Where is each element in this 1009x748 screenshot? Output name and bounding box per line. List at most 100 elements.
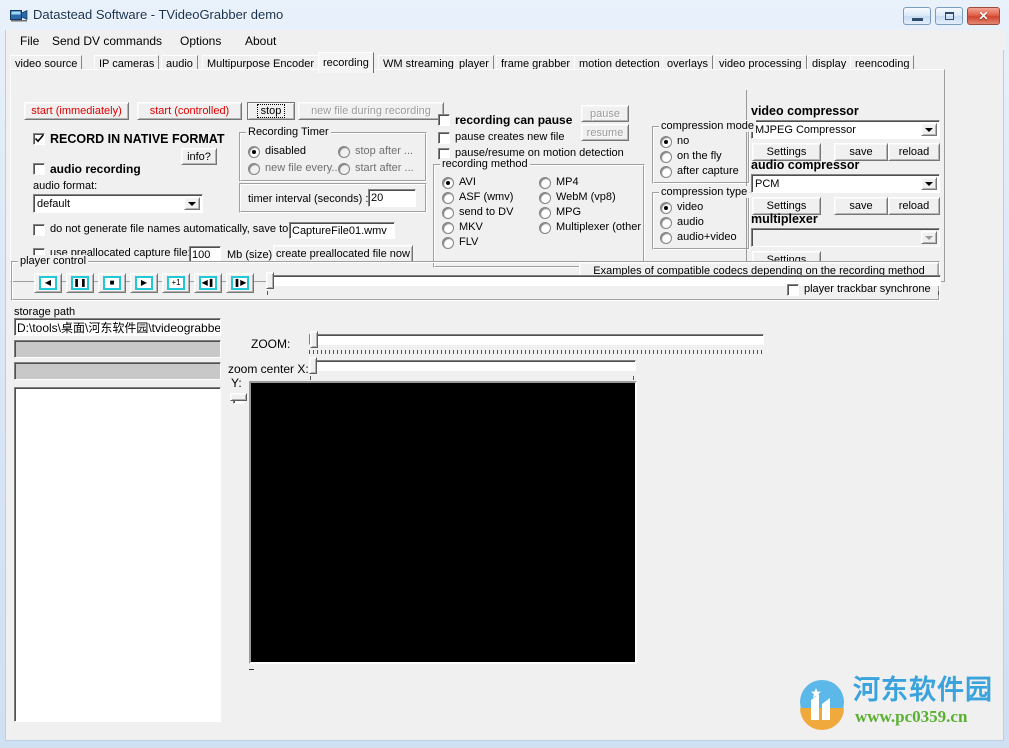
start-immediately-button[interactable]: start (immediately): [24, 102, 129, 120]
stop-icon: ■: [103, 276, 121, 290]
recording-method-title: recording method: [440, 158, 530, 170]
title-bar: Datastead Software - TVideoGrabber demo …: [0, 0, 1009, 30]
step-forward-button[interactable]: +1: [162, 273, 190, 293]
checkbox-box: [438, 114, 450, 126]
audio-compressor-combo[interactable]: PCM: [751, 174, 940, 193]
method-flv-label: FLV: [459, 236, 479, 248]
info-button[interactable]: info?: [181, 148, 217, 165]
radio-dot: [446, 181, 450, 185]
audio-compressor-reload-button[interactable]: reload: [888, 197, 940, 215]
check-icon: [35, 134, 44, 143]
audio-recording-label: audio recording: [50, 162, 141, 176]
player-control-title: player control: [18, 255, 89, 267]
mb-size-label: Mb (size): [227, 249, 273, 261]
stop-button[interactable]: stop: [247, 102, 295, 120]
trackbar-thumb[interactable]: [266, 272, 274, 289]
timer-new-file-every-label: new file every...: [265, 162, 341, 174]
menu-send-dv[interactable]: Send DV commands: [48, 33, 166, 49]
save-to-filename-input[interactable]: CaptureFile01.wmv: [289, 222, 395, 239]
prev-frame-icon: ◀❚: [199, 276, 217, 290]
audio-compressor-title: audio compressor: [751, 158, 860, 172]
trackbar-thumb[interactable]: [310, 331, 318, 348]
zoom-center-y-label: Y:: [231, 376, 242, 390]
radio-circle: [660, 232, 672, 244]
radio-circle: [660, 166, 672, 178]
menu-file[interactable]: File: [16, 33, 43, 49]
menu-about[interactable]: About: [241, 33, 280, 49]
file-list[interactable]: [14, 387, 221, 722]
stop-button[interactable]: ■: [98, 273, 126, 293]
trackbar-groove[interactable]: [309, 334, 764, 345]
video-preview[interactable]: [249, 381, 637, 664]
stop-button-label: stop: [256, 104, 286, 118]
recording-timer-group: Recording Timer disabled stop after ... …: [239, 126, 427, 182]
checkbox-box: [33, 224, 45, 236]
pause-button[interactable]: ❚❚: [66, 273, 94, 293]
compmode-no-label: no: [677, 135, 690, 147]
method-mkv-label: MKV: [459, 221, 483, 233]
recording-method-group: recording method AVI ASF (wmv) send to D…: [433, 158, 645, 268]
recording-timer-title: Recording Timer: [246, 126, 331, 138]
storage-list-2[interactable]: [14, 362, 221, 380]
radio-circle: [338, 146, 350, 158]
radio-circle: [539, 177, 551, 189]
zoom-trackbar[interactable]: [309, 331, 764, 355]
trackbar-thumb[interactable]: [309, 357, 317, 374]
tab-recording[interactable]: recording: [318, 52, 374, 73]
radio-circle: [248, 163, 260, 175]
timer-interval-label: timer interval (seconds) :: [248, 193, 369, 205]
method-avi-label: AVI: [459, 176, 476, 188]
timer-disabled-label: disabled: [265, 145, 306, 157]
plus-one-icon: +1: [167, 276, 185, 290]
video-compressor-value: MJPEG Compressor: [755, 123, 856, 136]
prev-frame-button[interactable]: ◀❚: [194, 273, 222, 293]
next-frame-button[interactable]: ❚▶: [226, 273, 254, 293]
compression-type-title: compression type: [659, 186, 750, 198]
timer-interval-input[interactable]: 20: [368, 189, 416, 207]
menu-options[interactable]: Options: [176, 33, 225, 49]
trackbar-tick: [310, 376, 311, 380]
chevron-down-icon[interactable]: [184, 197, 200, 210]
zoom-center-x-trackbar[interactable]: [309, 357, 636, 380]
play-button[interactable]: ▶: [130, 273, 158, 293]
timer-interval-group: timer interval (seconds) : 20: [239, 183, 427, 213]
next-frame-icon: ❚▶: [231, 276, 249, 290]
trackbar-ticks: [309, 350, 764, 354]
play-icon: ▶: [135, 276, 153, 290]
video-compressor-title: video compressor: [751, 104, 859, 118]
video-compressor-combo[interactable]: MJPEG Compressor: [751, 120, 940, 139]
resume-button: resume: [581, 124, 629, 141]
timer-start-after-label: start after ...: [355, 162, 414, 174]
recording-can-pause-label: recording can pause: [455, 113, 573, 127]
maximize-button[interactable]: [935, 7, 963, 25]
trackbar-thumb[interactable]: [230, 393, 247, 401]
multiplexer-combo[interactable]: [751, 228, 940, 247]
compmode-after-label: after capture: [677, 165, 739, 177]
audio-format-combo[interactable]: default: [33, 194, 203, 213]
radio-dot: [252, 150, 256, 154]
rewind-button[interactable]: ◀: [34, 273, 62, 293]
audio-compressor-value: PCM: [755, 177, 780, 190]
storage-path-label: storage path: [14, 306, 76, 318]
start-controlled-button[interactable]: start (controlled): [137, 102, 242, 120]
radio-circle: [442, 237, 454, 249]
radio-circle: [539, 192, 551, 204]
chevron-down-icon[interactable]: [921, 123, 937, 136]
storage-list-1[interactable]: [14, 340, 221, 358]
radio-dot: [664, 140, 668, 144]
video-compressor-reload-button[interactable]: reload: [888, 143, 940, 161]
tab-strip: video source IP cameras audio Multipurpo…: [10, 52, 945, 73]
pause-icon: ❚❚: [71, 276, 89, 290]
trackbar-tick: [938, 291, 939, 295]
trackbar-groove[interactable]: [309, 360, 636, 371]
audio-compressor-save-button[interactable]: save: [834, 197, 888, 215]
pause-creates-new-file-label: pause creates new file: [455, 131, 565, 143]
method-webm-label: WebM (vp8): [556, 191, 616, 203]
close-button[interactable]: ✕: [967, 7, 1000, 25]
trackbar-tick: [267, 291, 268, 295]
storage-path-input[interactable]: D:\tools\桌面\河东软件园\tvideograbbe: [14, 318, 221, 336]
comptype-audiovideo-label: audio+video: [677, 231, 737, 243]
minimize-button[interactable]: [903, 7, 931, 25]
chevron-down-icon[interactable]: [921, 177, 937, 190]
no-autogen-filenames-label: do not generate file names automatically…: [50, 223, 292, 235]
